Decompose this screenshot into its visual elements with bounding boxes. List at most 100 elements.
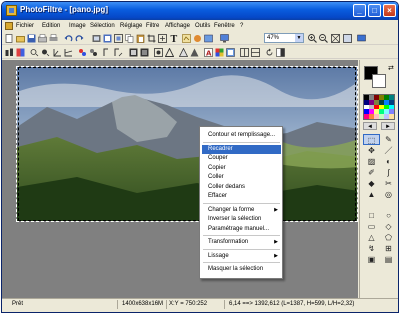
crop-icon[interactable]	[147, 34, 156, 43]
canvas-size-icon[interactable]	[114, 34, 123, 43]
text-effect-icon[interactable]: A	[204, 48, 213, 57]
shape-tool-icon[interactable]: ▣	[363, 254, 380, 265]
tool-icon[interactable]: ／	[380, 145, 397, 156]
copy-icon[interactable]	[125, 34, 134, 43]
context-menu-item[interactable]: Contour et remplissage...	[202, 131, 281, 140]
menu-filtre[interactable]: Filtre	[146, 22, 159, 30]
grayscale-icon[interactable]	[129, 48, 138, 57]
shape-tool-icon[interactable]: ○	[380, 210, 397, 221]
menu-outils[interactable]: Outils	[195, 22, 210, 30]
image-explorer-icon[interactable]	[204, 34, 213, 43]
mirror-icon[interactable]	[276, 48, 285, 57]
fit-window-icon[interactable]	[343, 34, 352, 43]
context-menu-item[interactable]: Copier	[202, 164, 281, 173]
tool-icon[interactable]: ◐	[380, 156, 397, 167]
brightness-up-icon[interactable]	[30, 48, 39, 57]
shape-tool-icon[interactable]: ⊞	[380, 243, 397, 254]
tool-icon[interactable]: ✎	[380, 134, 397, 145]
shape-tool-icon[interactable]: △	[363, 232, 380, 243]
fullscreen-icon[interactable]	[357, 34, 366, 43]
redo-icon[interactable]	[75, 34, 84, 43]
tool-icon[interactable]: ∫	[380, 167, 397, 178]
tool-icon[interactable]: ✐	[363, 167, 380, 178]
flip-horizontal-icon[interactable]	[240, 48, 249, 57]
automation-icon[interactable]	[182, 34, 191, 43]
soften-icon[interactable]	[179, 48, 188, 57]
contrast-down-icon[interactable]	[64, 48, 73, 57]
background-color[interactable]	[372, 74, 386, 88]
zoom-select[interactable]: 47% ▼	[264, 33, 304, 43]
menu-reglage[interactable]: Réglage	[120, 22, 142, 30]
close-button[interactable]: ×	[383, 4, 396, 17]
shape-tool-icon[interactable]: ⬠	[380, 232, 397, 243]
auto-levels-icon[interactable]	[5, 48, 14, 57]
context-menu-item[interactable]: Effacer	[202, 192, 281, 201]
tool-icon[interactable]: ✥	[363, 145, 380, 156]
rotate-icon[interactable]	[265, 48, 274, 57]
auto-contrast-icon[interactable]	[16, 48, 25, 57]
color-effect-icon[interactable]	[215, 48, 224, 57]
shape-tool-icon[interactable]: ◇	[380, 221, 397, 232]
context-menu-item[interactable]: Coller dedans	[202, 183, 281, 192]
menu-affichage[interactable]: Affichage	[165, 22, 190, 30]
saturation-up-icon[interactable]	[78, 48, 87, 57]
tool-icon[interactable]: ▲	[363, 189, 380, 200]
new-file-icon[interactable]	[5, 34, 14, 43]
shape-tool-icon[interactable]: ▤	[380, 254, 397, 265]
monitor-icon[interactable]	[220, 34, 229, 43]
scan-icon[interactable]	[38, 34, 47, 43]
paste-icon[interactable]	[136, 34, 145, 43]
gamma-up-icon[interactable]	[103, 48, 112, 57]
context-menu-item[interactable]: Lissage ▶	[202, 252, 281, 261]
swap-colors-icon[interactable]: ⇄	[388, 64, 394, 72]
zoom-in-icon[interactable]	[308, 34, 317, 43]
gamma-down-icon[interactable]	[114, 48, 123, 57]
open-folder-icon[interactable]	[16, 34, 25, 43]
emboss-icon[interactable]	[190, 48, 199, 57]
zoom-out-icon[interactable]	[319, 34, 328, 43]
shape-tool-icon[interactable]: ↯	[363, 243, 380, 254]
text-tool-icon[interactable]: T	[169, 34, 178, 43]
brightness-down-icon[interactable]	[41, 48, 50, 57]
explorer-icon[interactable]	[193, 34, 202, 43]
minimize-button[interactable]: _	[353, 4, 366, 17]
context-menu-item[interactable]: Inverser la sélection	[202, 215, 281, 224]
context-menu-item[interactable]: Recadrer	[202, 144, 281, 154]
menu-edition[interactable]: Edition	[42, 22, 60, 30]
menu-selection[interactable]: Sélection	[90, 22, 115, 30]
menu-fichier[interactable]: Fichier	[16, 22, 34, 30]
frame-icon[interactable]	[226, 48, 235, 57]
canvas-workspace[interactable]	[2, 60, 358, 298]
palette-swatch[interactable]	[389, 114, 394, 119]
flip-vertical-icon[interactable]	[251, 48, 260, 57]
tool-icon[interactable]: ⬚	[363, 134, 380, 145]
palette-prev-button[interactable]: ◄	[363, 122, 377, 130]
saturation-down-icon[interactable]	[89, 48, 98, 57]
menu-fenetre[interactable]: Fenêtre	[214, 22, 235, 30]
context-menu-item[interactable]: Paramétrage manuel...	[202, 225, 281, 234]
tool-icon[interactable]: ◆	[363, 178, 380, 189]
tool-icon[interactable]: ▨	[363, 156, 380, 167]
sepia-icon[interactable]	[140, 48, 149, 57]
fit-icon[interactable]	[158, 34, 167, 43]
image-canvas[interactable]	[16, 66, 358, 222]
context-menu-item[interactable]: Coller	[202, 173, 281, 182]
shape-tool-icon[interactable]: □	[363, 210, 380, 221]
undo-icon[interactable]	[64, 34, 73, 43]
context-menu-item[interactable]: Couper	[202, 154, 281, 163]
sharpen-icon[interactable]	[165, 48, 174, 57]
print-icon[interactable]	[49, 34, 58, 43]
contrast-up-icon[interactable]	[53, 48, 62, 57]
tool-icon[interactable]: ◎	[380, 189, 397, 200]
save-icon[interactable]	[27, 34, 36, 43]
chevron-down-icon[interactable]: ▼	[295, 34, 303, 42]
menu-help[interactable]: ?	[240, 22, 243, 30]
context-menu-item[interactable]: Changer la forme ▶	[202, 206, 281, 215]
menu-image[interactable]: Image	[69, 22, 86, 30]
title-bar[interactable]: PhotoFiltre - [pano.jpg] _ □ ×	[2, 2, 398, 20]
tool-icon[interactable]: ✂	[380, 178, 397, 189]
context-menu-item[interactable]: Transformation ▶	[202, 238, 281, 247]
actual-size-icon[interactable]	[331, 34, 340, 43]
film-icon[interactable]	[92, 34, 101, 43]
image-size-icon[interactable]	[103, 34, 112, 43]
